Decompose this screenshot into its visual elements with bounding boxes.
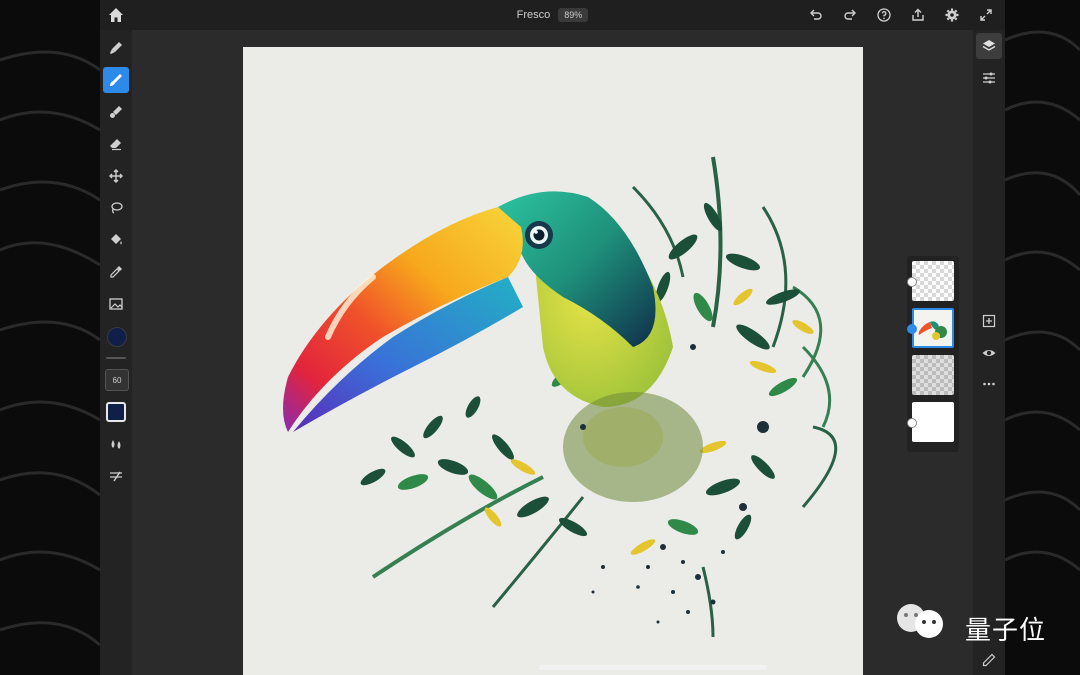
lasso-icon [111, 202, 123, 214]
pixel-brush-tool[interactable] [103, 35, 129, 61]
watermark-text: 量子位 [965, 616, 1047, 646]
eyedropper-tool[interactable] [103, 259, 129, 285]
layers-button[interactable] [976, 33, 1002, 59]
eraser-tool[interactable] [103, 131, 129, 157]
layer-indicator [907, 418, 917, 428]
layer-indicator [907, 324, 917, 334]
zoom-level[interactable]: 89% [558, 8, 589, 22]
home-icon [109, 8, 123, 22]
add-layer-button[interactable] [976, 308, 1002, 334]
layer-thumbnail[interactable] [912, 355, 954, 395]
redo-button[interactable] [839, 4, 861, 26]
more-icon [983, 382, 995, 386]
left-toolbar: 60 [100, 30, 132, 675]
pencil-icon [982, 653, 996, 667]
color-picker-swatch[interactable] [107, 327, 127, 347]
brush-size-box[interactable]: 60 [105, 369, 129, 391]
vector-brush-tool[interactable] [103, 99, 129, 125]
gear-icon [945, 8, 959, 22]
layers-icon [982, 40, 996, 51]
eraser-icon [110, 139, 121, 151]
more-options-button[interactable] [976, 371, 1002, 397]
live-brush-icon [110, 74, 122, 86]
fill-icon [111, 234, 122, 245]
home-button[interactable] [106, 5, 126, 25]
fresco-app-window: Fresco 89% 60 [100, 0, 1005, 675]
current-color-box[interactable] [106, 402, 126, 422]
share-button[interactable] [907, 4, 929, 26]
help-button[interactable] [873, 4, 895, 26]
undo-icon [810, 9, 822, 20]
live-brush-tool[interactable] [103, 67, 129, 93]
edit-button[interactable] [976, 647, 1002, 673]
brush-settings-tool[interactable] [103, 463, 129, 489]
share-icon [912, 8, 924, 21]
eye-icon [982, 350, 996, 356]
water-flow-tool[interactable] [103, 431, 129, 457]
toucan-artwork [283, 156, 838, 638]
layer-properties-button[interactable] [976, 65, 1002, 91]
settings-button[interactable] [941, 4, 963, 26]
sliders-icon [983, 72, 995, 84]
toolbar-divider [106, 357, 126, 359]
document-title: Fresco [516, 9, 551, 21]
move-tool[interactable] [103, 163, 129, 189]
add-layer-icon [982, 314, 996, 328]
lasso-tool[interactable] [103, 195, 129, 221]
layers-panel [907, 256, 959, 452]
layer-thumbnail[interactable] [912, 402, 954, 442]
redo-icon [844, 9, 856, 20]
brush-settings-icon [110, 471, 122, 482]
eyedropper-icon [110, 266, 122, 278]
drawing-canvas[interactable] [243, 47, 863, 675]
layer-thumbnail[interactable] [912, 261, 954, 301]
expand-icon [980, 9, 992, 21]
pixel-brush-icon [110, 42, 122, 54]
layer-indicator [907, 277, 917, 287]
move-icon [109, 169, 123, 183]
place-image-tool[interactable] [103, 291, 129, 317]
toucan-thumbnail-icon [918, 321, 947, 340]
fill-tool[interactable] [103, 227, 129, 253]
undo-button[interactable] [805, 4, 827, 26]
layer-visibility-button[interactable] [976, 340, 1002, 366]
fullscreen-button[interactable] [975, 4, 997, 26]
image-icon [109, 298, 123, 310]
right-toolbar [973, 30, 1005, 675]
layer-thumbnail[interactable] [912, 308, 954, 348]
home-indicator [539, 665, 767, 670]
water-drops-icon [111, 440, 121, 449]
vector-brush-icon [110, 106, 122, 118]
top-bar: Fresco 89% [100, 0, 1005, 30]
help-icon [877, 8, 891, 22]
